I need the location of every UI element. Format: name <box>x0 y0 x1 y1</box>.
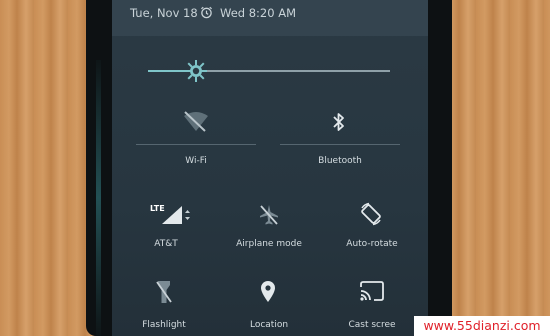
bluetooth-tile-label[interactable]: Bluetooth <box>318 156 362 166</box>
airplane-tile-label[interactable]: Airplane mode <box>236 239 302 249</box>
bluetooth-divider <box>280 144 400 145</box>
autorotate-tile-label[interactable]: Auto-rotate <box>346 239 397 249</box>
airplane-mode-icon[interactable] <box>259 204 279 226</box>
flashlight-off-icon[interactable] <box>156 280 172 304</box>
wifi-off-icon[interactable] <box>182 110 210 132</box>
screen-edge-glow <box>96 60 101 336</box>
location-tile-label[interactable]: Location <box>250 320 288 330</box>
location-pin-icon[interactable] <box>260 280 276 304</box>
wifi-tile-label[interactable]: Wi-Fi <box>185 156 206 166</box>
bluetooth-icon[interactable] <box>332 112 346 132</box>
cast-tile-label[interactable]: Cast scree <box>348 320 395 330</box>
site-watermark: www.55dianzi.com <box>414 316 550 336</box>
alarm-clock-icon <box>201 6 212 19</box>
next-alarm-text[interactable]: Wed 8:20 AM <box>220 6 296 20</box>
carrier-tile-label[interactable]: AT&T <box>154 239 177 249</box>
cast-screen-icon[interactable] <box>360 281 384 301</box>
date-text[interactable]: Tue, Nov 18 <box>130 6 198 20</box>
quick-settings-panel: Tue, Nov 18 Wed 8:20 AM Wi-Fi Bluetooth … <box>112 0 428 336</box>
brightness-thumb-sun-icon[interactable] <box>185 60 207 82</box>
wifi-divider <box>136 144 256 145</box>
auto-rotate-icon[interactable] <box>358 201 384 227</box>
brightness-slider[interactable] <box>148 60 390 82</box>
brightness-track <box>196 70 390 72</box>
status-header: Tue, Nov 18 Wed 8:20 AM <box>112 0 428 36</box>
cellular-signal-icon[interactable] <box>160 204 190 226</box>
flashlight-tile-label[interactable]: Flashlight <box>142 320 186 330</box>
